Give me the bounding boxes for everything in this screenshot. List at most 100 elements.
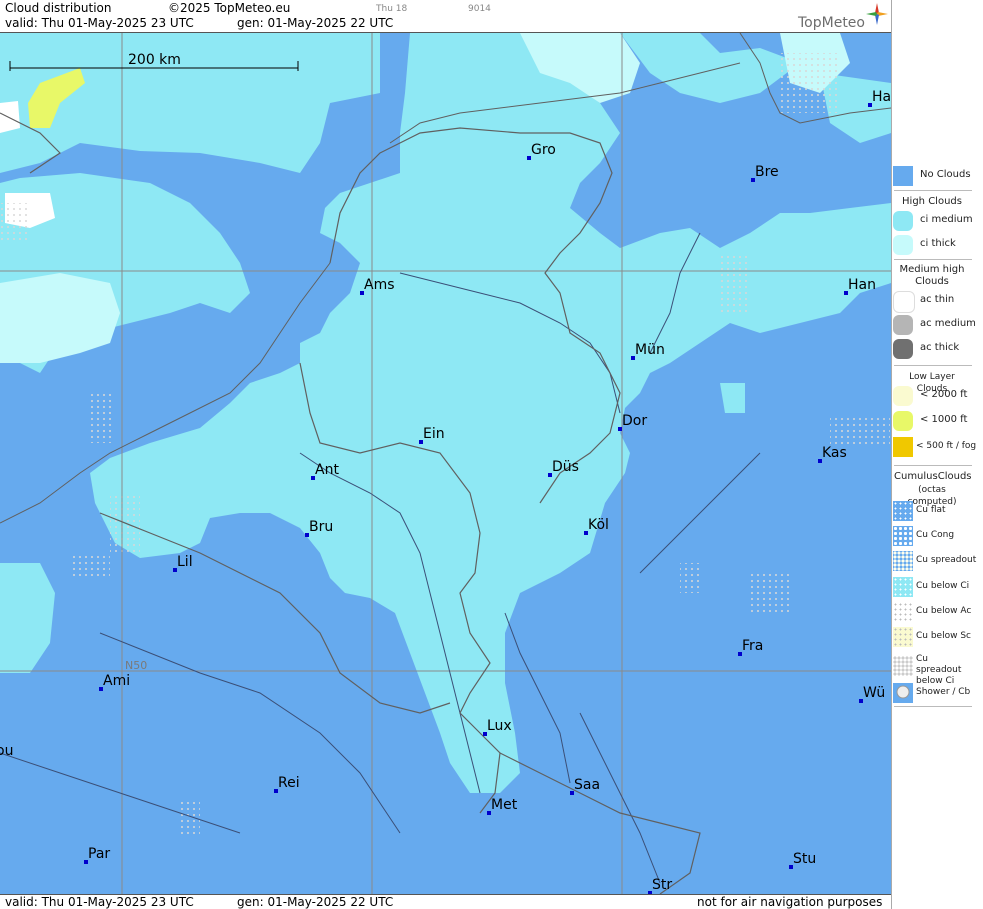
legend-cu-spreadout: Cu spreadout bbox=[892, 550, 982, 572]
cu-spreadout-label: Cu spreadout bbox=[916, 555, 977, 565]
city-label: Lil bbox=[177, 554, 193, 570]
low-1000-swatch bbox=[893, 411, 913, 431]
cu-cong-swatch bbox=[893, 526, 913, 546]
city-label: Saa bbox=[574, 777, 600, 793]
low-500-swatch bbox=[893, 437, 913, 457]
city-marker[interactable]: Bre bbox=[751, 164, 779, 182]
city-label: Wü bbox=[863, 685, 885, 701]
city-marker[interactable]: Ams bbox=[360, 277, 395, 295]
city-marker[interactable]: Ha bbox=[868, 89, 891, 107]
city-label: Ams bbox=[364, 277, 395, 293]
map-title: Cloud distribution bbox=[5, 1, 112, 15]
city-label: Mün bbox=[635, 342, 665, 358]
city-marker[interactable]: Ein bbox=[419, 426, 445, 444]
legend-low-500: < 500 ft / fog bbox=[892, 436, 982, 458]
city-marker[interactable]: Gro bbox=[527, 142, 556, 160]
city-marker[interactable]: Ant bbox=[311, 462, 339, 480]
footer-generation-time: gen: 01-May-2025 22 UTC bbox=[237, 895, 394, 909]
no-clouds-label: No Clouds bbox=[920, 169, 971, 180]
cu-below-ac-swatch bbox=[893, 602, 913, 622]
city-marker[interactable]: Lux bbox=[483, 718, 512, 736]
low-2000-label: < 2000 ft bbox=[920, 389, 968, 400]
city-label: Fra bbox=[742, 638, 763, 654]
legend-ci-thick: ci thick bbox=[892, 234, 982, 256]
city-marker[interactable]: Köl bbox=[584, 517, 609, 535]
city-label: Rei bbox=[278, 775, 300, 791]
city-marker[interactable]: Han bbox=[844, 277, 876, 295]
footer-bar: valid: Thu 01-May-2025 23 UTC gen: 01-Ma… bbox=[0, 894, 891, 909]
latitude-label: N50 bbox=[125, 659, 147, 672]
legend-cu-below-sc: Cu below Sc bbox=[892, 626, 982, 648]
cu-below-ci-label: Cu below Ci bbox=[916, 581, 970, 591]
cu-flat-swatch bbox=[893, 501, 913, 521]
legend-divider bbox=[894, 465, 972, 466]
city-marker[interactable]: Düs bbox=[548, 459, 579, 477]
city-marker[interactable]: Mün bbox=[631, 342, 665, 360]
city-marker[interactable]: Str bbox=[648, 877, 672, 894]
legend-cu-flat: Cu flat bbox=[892, 500, 982, 522]
city-marker[interactable]: Par bbox=[84, 846, 110, 864]
header-tiny-right: 9014 bbox=[468, 4, 491, 14]
scale-bar-label: 200 km bbox=[128, 52, 181, 68]
city-marker[interactable]: Saa bbox=[570, 777, 600, 795]
shower-label: Shower / Cb bbox=[916, 687, 971, 697]
city-marker[interactable]: Fra bbox=[738, 638, 763, 656]
compass-logo-icon bbox=[866, 3, 888, 25]
legend-cu-below-ac: Cu below Ac bbox=[892, 601, 982, 623]
shower-cloud-icon bbox=[896, 685, 910, 699]
ci-medium-swatch bbox=[893, 211, 913, 231]
cu-spreadout-swatch bbox=[893, 551, 913, 571]
city-marker[interactable]: Dor bbox=[618, 413, 647, 431]
city-label: Ami bbox=[103, 673, 130, 689]
city-marker[interactable]: Stu bbox=[789, 851, 816, 869]
cumulus-heading: CumulusClouds bbox=[894, 471, 972, 482]
city-label: Bru bbox=[309, 519, 333, 535]
cu-below-ac-label: Cu below Ac bbox=[916, 606, 972, 616]
valid-time: valid: Thu 01-May-2025 23 UTC bbox=[5, 16, 194, 30]
cu-below-sc-swatch bbox=[893, 627, 913, 647]
city-label: Düs bbox=[552, 459, 579, 475]
brand-logo-text: TopMeteo bbox=[798, 15, 865, 31]
medium-clouds-heading: Medium high Clouds bbox=[899, 264, 965, 287]
ci-thick-swatch bbox=[893, 235, 913, 255]
legend-no-clouds: No Clouds bbox=[892, 165, 982, 187]
city-marker[interactable]: Met bbox=[487, 797, 518, 815]
legend-cu-below-ci: Cu below Ci bbox=[892, 576, 982, 598]
footer-valid-time: valid: Thu 01-May-2025 23 UTC bbox=[5, 895, 194, 909]
city-label: Stu bbox=[793, 851, 816, 867]
ci-thick-label: ci thick bbox=[920, 238, 956, 249]
cu-cong-label: Cu Cong bbox=[916, 530, 955, 540]
city-marker[interactable]: ou bbox=[0, 743, 13, 761]
city-marker[interactable]: Kas bbox=[818, 445, 847, 463]
city-marker[interactable]: Wü bbox=[859, 685, 885, 703]
legend-ac-thin: ac thin bbox=[892, 290, 982, 313]
ac-thin-swatch bbox=[893, 291, 915, 313]
cloud-map[interactable]: N50 200 km Gro Bre Ha Ams Han Mün Ein Do… bbox=[0, 33, 891, 894]
city-label: Met bbox=[491, 797, 518, 813]
low-500-label: < 500 ft / fog bbox=[916, 441, 977, 451]
city-label: ou bbox=[0, 743, 13, 759]
city-marker[interactable]: Bru bbox=[305, 519, 333, 537]
legend-shower: Shower / Cb bbox=[892, 682, 982, 704]
cu-below-sc-label: Cu below Sc bbox=[916, 631, 971, 641]
city-label: Bre bbox=[755, 164, 779, 180]
legend-divider bbox=[894, 365, 972, 366]
city-marker[interactable]: Rei bbox=[274, 775, 300, 793]
legend-panel: No Clouds High Clouds ci medium ci thick… bbox=[891, 0, 983, 909]
legend-cu-spreadout-below-ci: Cu spreadout below Ci bbox=[892, 654, 982, 686]
legend-divider bbox=[894, 259, 972, 260]
no-clouds-swatch bbox=[893, 166, 913, 186]
legend-low-1000: < 1000 ft bbox=[892, 410, 982, 432]
city-label: Lux bbox=[487, 718, 512, 734]
legend-divider bbox=[894, 706, 972, 707]
legend-cu-cong: Cu Cong bbox=[892, 525, 982, 547]
legend-low-2000: < 2000 ft bbox=[892, 385, 982, 407]
ac-medium-swatch bbox=[893, 315, 913, 335]
cu-spreadout-below-ci-swatch bbox=[893, 656, 913, 676]
city-label: Dor bbox=[622, 413, 647, 429]
ac-thick-swatch bbox=[893, 339, 913, 359]
header-bar: Cloud distribution ©2025 TopMeteo.eu Thu… bbox=[0, 0, 891, 33]
city-marker[interactable]: Ami bbox=[99, 673, 130, 691]
city-label: Han bbox=[848, 277, 876, 293]
shower-swatch bbox=[893, 683, 913, 703]
